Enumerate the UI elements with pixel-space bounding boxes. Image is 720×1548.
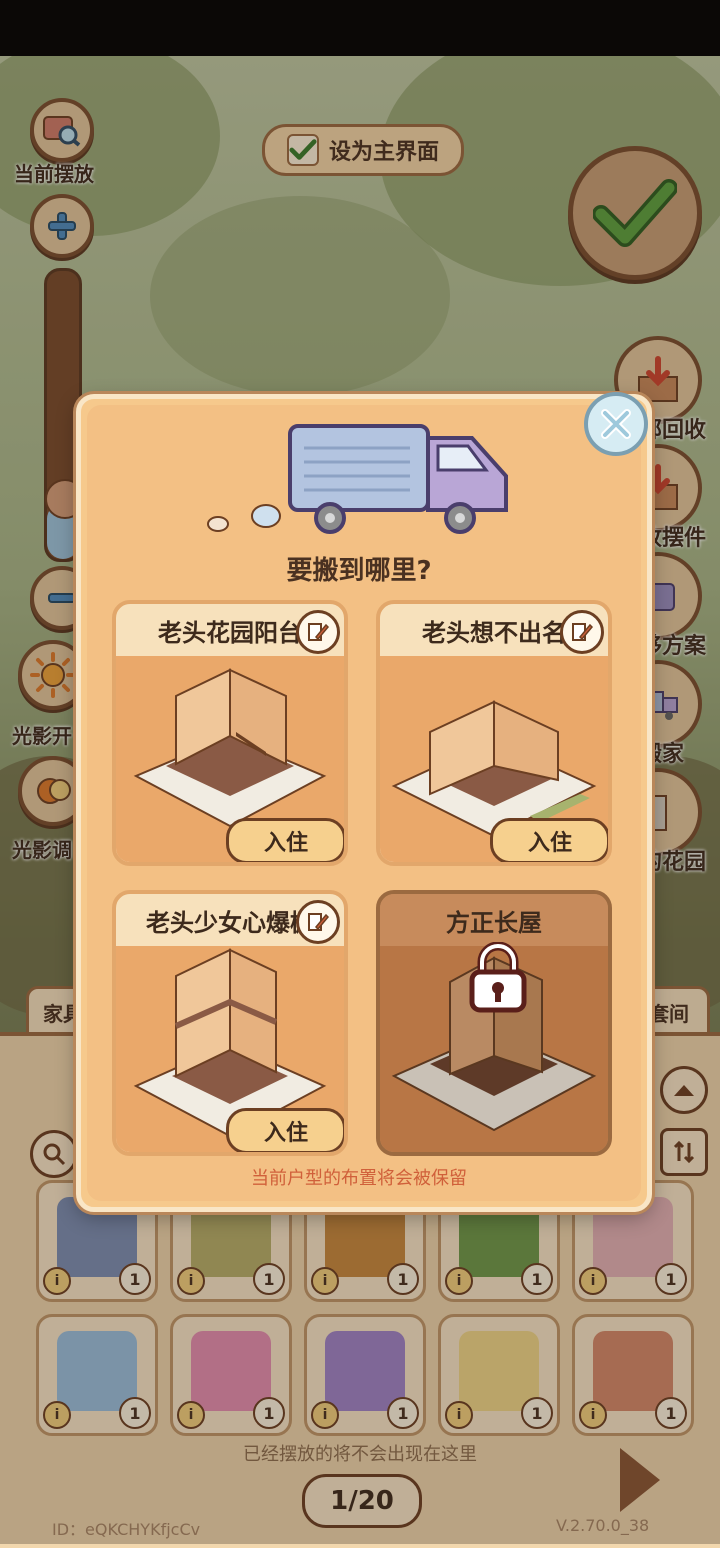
lock-icon (469, 942, 527, 1013)
moving-truck-icon (207, 424, 508, 534)
pencil-icon (308, 623, 330, 641)
move-in-button[interactable]: 入住 (490, 818, 608, 862)
pencil-icon (308, 913, 330, 931)
house-card[interactable]: 老头想不出名 入住 (376, 600, 612, 866)
edit-name-button[interactable] (296, 610, 340, 654)
dialog-title: 要搬到哪里? (286, 556, 432, 586)
close-button[interactable] (584, 392, 648, 456)
house-card[interactable]: 老头少女心爆棚 入住 (112, 890, 348, 1156)
edit-name-button[interactable] (560, 610, 604, 654)
move-in-button[interactable]: 入住 (226, 818, 344, 862)
house-name: 方正长屋 (380, 894, 608, 946)
house-card-locked[interactable]: 方正长屋 (376, 890, 612, 1156)
layout-kept-note: 当前户型的布置将会被保留 (251, 1168, 467, 1189)
pencil-icon (572, 623, 594, 641)
move-in-button[interactable]: 入住 (226, 1108, 344, 1152)
edit-name-button[interactable] (296, 900, 340, 944)
close-icon (601, 409, 631, 439)
house-card[interactable]: 老头花园阳台 入住 (112, 600, 348, 866)
